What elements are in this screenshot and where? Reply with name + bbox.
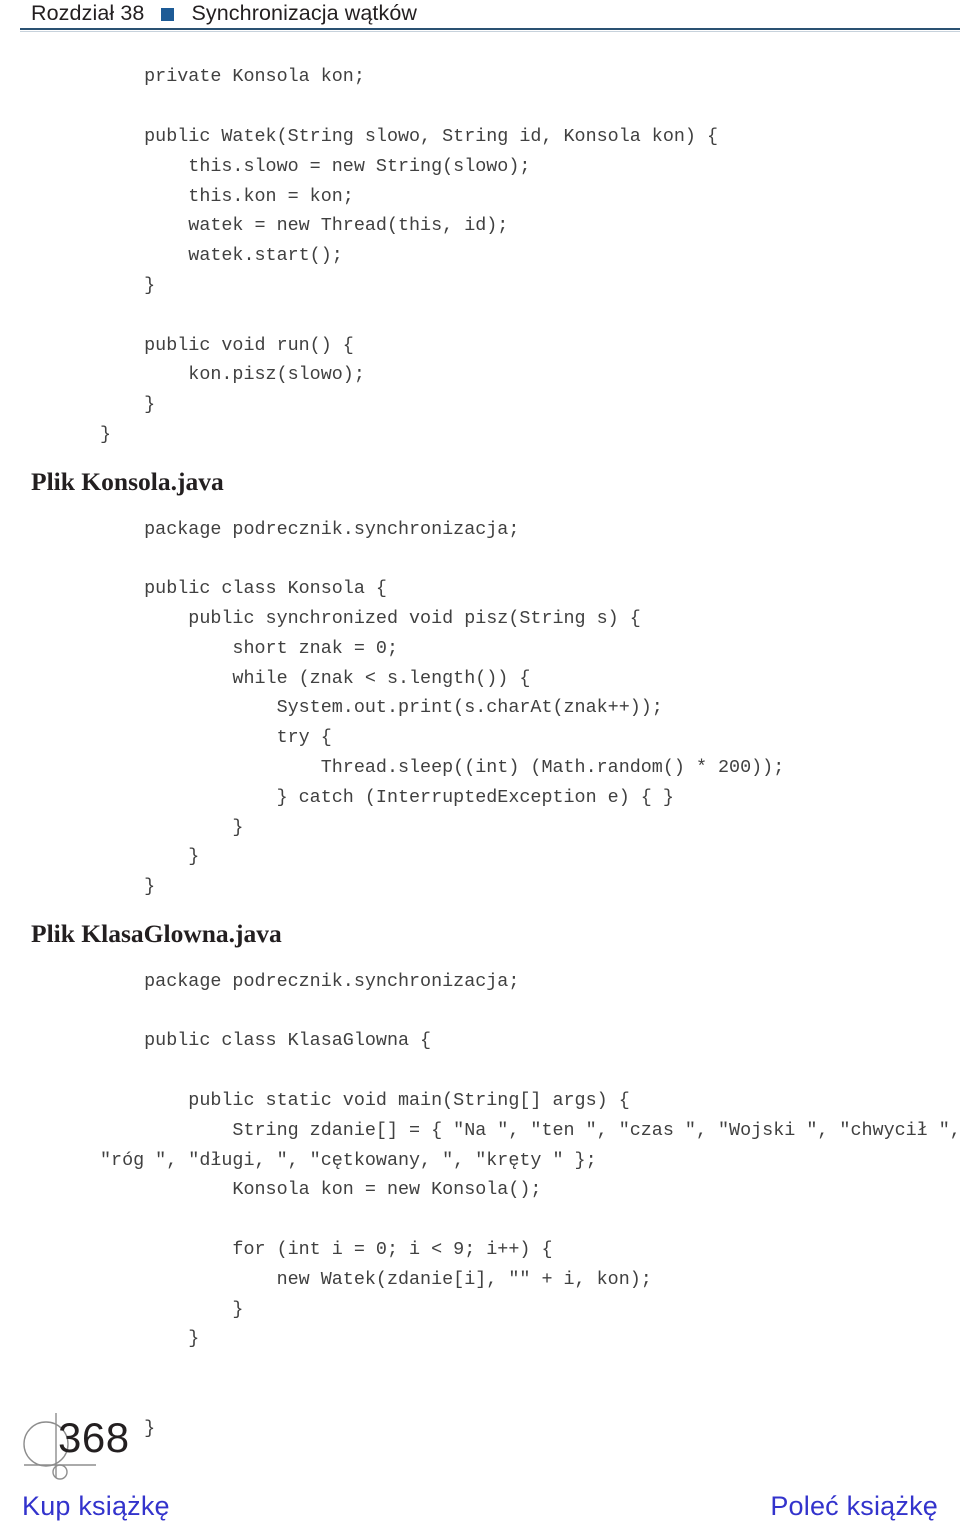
code-line: this.kon = kon; [100, 185, 354, 207]
header-rule [20, 28, 960, 30]
page-body: private Konsola kon; public Watek(String… [0, 44, 960, 1462]
chapter-label: Rozdział 38 [31, 0, 145, 25]
page-number: 368 [58, 1414, 130, 1461]
code-line: kon.pisz(slowo); [100, 364, 365, 386]
code-line: short znak = 0; [100, 637, 398, 659]
code-line: while (znak < s.length()) { [100, 667, 531, 689]
code-line: "róg ", "długi, ", "cętkowany, ", "kręty… [100, 1149, 597, 1171]
code-line: this.slowo = new String(slowo); [100, 155, 531, 177]
code-line: } [100, 394, 156, 416]
code-line: } [100, 846, 200, 868]
code-line: public synchronized void pisz(String s) … [100, 607, 641, 629]
code-block-watek: private Konsola kon; public Watek(String… [0, 62, 960, 449]
page-footer: 368 Kup książkę Poleć książkę [0, 1386, 960, 1536]
code-line: try { [100, 727, 332, 749]
header-rule-shadow [20, 31, 960, 32]
code-line: watek = new Thread(this, id); [100, 215, 509, 237]
square-bullet-icon [161, 7, 175, 21]
code-line: new Watek(zdanie[i], "" + i, kon); [100, 1268, 652, 1290]
code-line: } catch (InterruptedException e) { } [100, 786, 674, 808]
code-line: package podrecznik.synchronizacja; [100, 518, 520, 540]
code-block-konsola: package podrecznik.synchronizacja; publi… [0, 515, 960, 902]
code-line: package podrecznik.synchronizacja; [100, 970, 520, 992]
running-head-content: Rozdział 38 Synchronizacja wątków [0, 0, 960, 26]
code-line: for (int i = 0; i < 9; i++) { [100, 1238, 553, 1260]
code-line: } [100, 274, 156, 296]
file-heading-klasaglowna: Plik KlasaGlowna.java [31, 919, 282, 949]
buy-book-link[interactable]: Kup książkę [22, 1491, 170, 1522]
code-line: public Watek(String slowo, String id, Ko… [100, 125, 719, 147]
code-line: } [100, 816, 244, 838]
code-line: } [100, 876, 156, 898]
code-line: Thread.sleep((int) (Math.random() * 200)… [100, 756, 785, 778]
code-line: String zdanie[] = { "Na ", "ten ", "czas… [100, 1119, 960, 1141]
code-line: Konsola kon = new Konsola(); [100, 1179, 542, 1201]
code-line: System.out.print(s.charAt(znak++)); [100, 697, 663, 719]
code-line: watek.start(); [100, 245, 343, 267]
code-line: } [100, 1298, 244, 1320]
folio: 368 [20, 1404, 220, 1484]
chapter-title: Synchronizacja wątków [191, 0, 418, 25]
file-heading-konsola: Plik Konsola.java [31, 467, 224, 497]
code-line: public void run() { [100, 334, 354, 356]
code-block-klasaglowna: package podrecznik.synchronizacja; publi… [0, 967, 960, 1444]
recommend-book-link[interactable]: Poleć książkę [770, 1491, 938, 1522]
code-line: public class Konsola { [100, 578, 387, 600]
running-head: Rozdział 38 Synchronizacja wątków [0, 0, 960, 34]
code-line: public class KlasaGlowna { [100, 1030, 432, 1052]
code-line: } [100, 423, 112, 445]
code-line: private Konsola kon; [100, 66, 365, 88]
code-line: } [100, 1328, 200, 1350]
code-line: public static void main(String[] args) { [100, 1089, 630, 1111]
